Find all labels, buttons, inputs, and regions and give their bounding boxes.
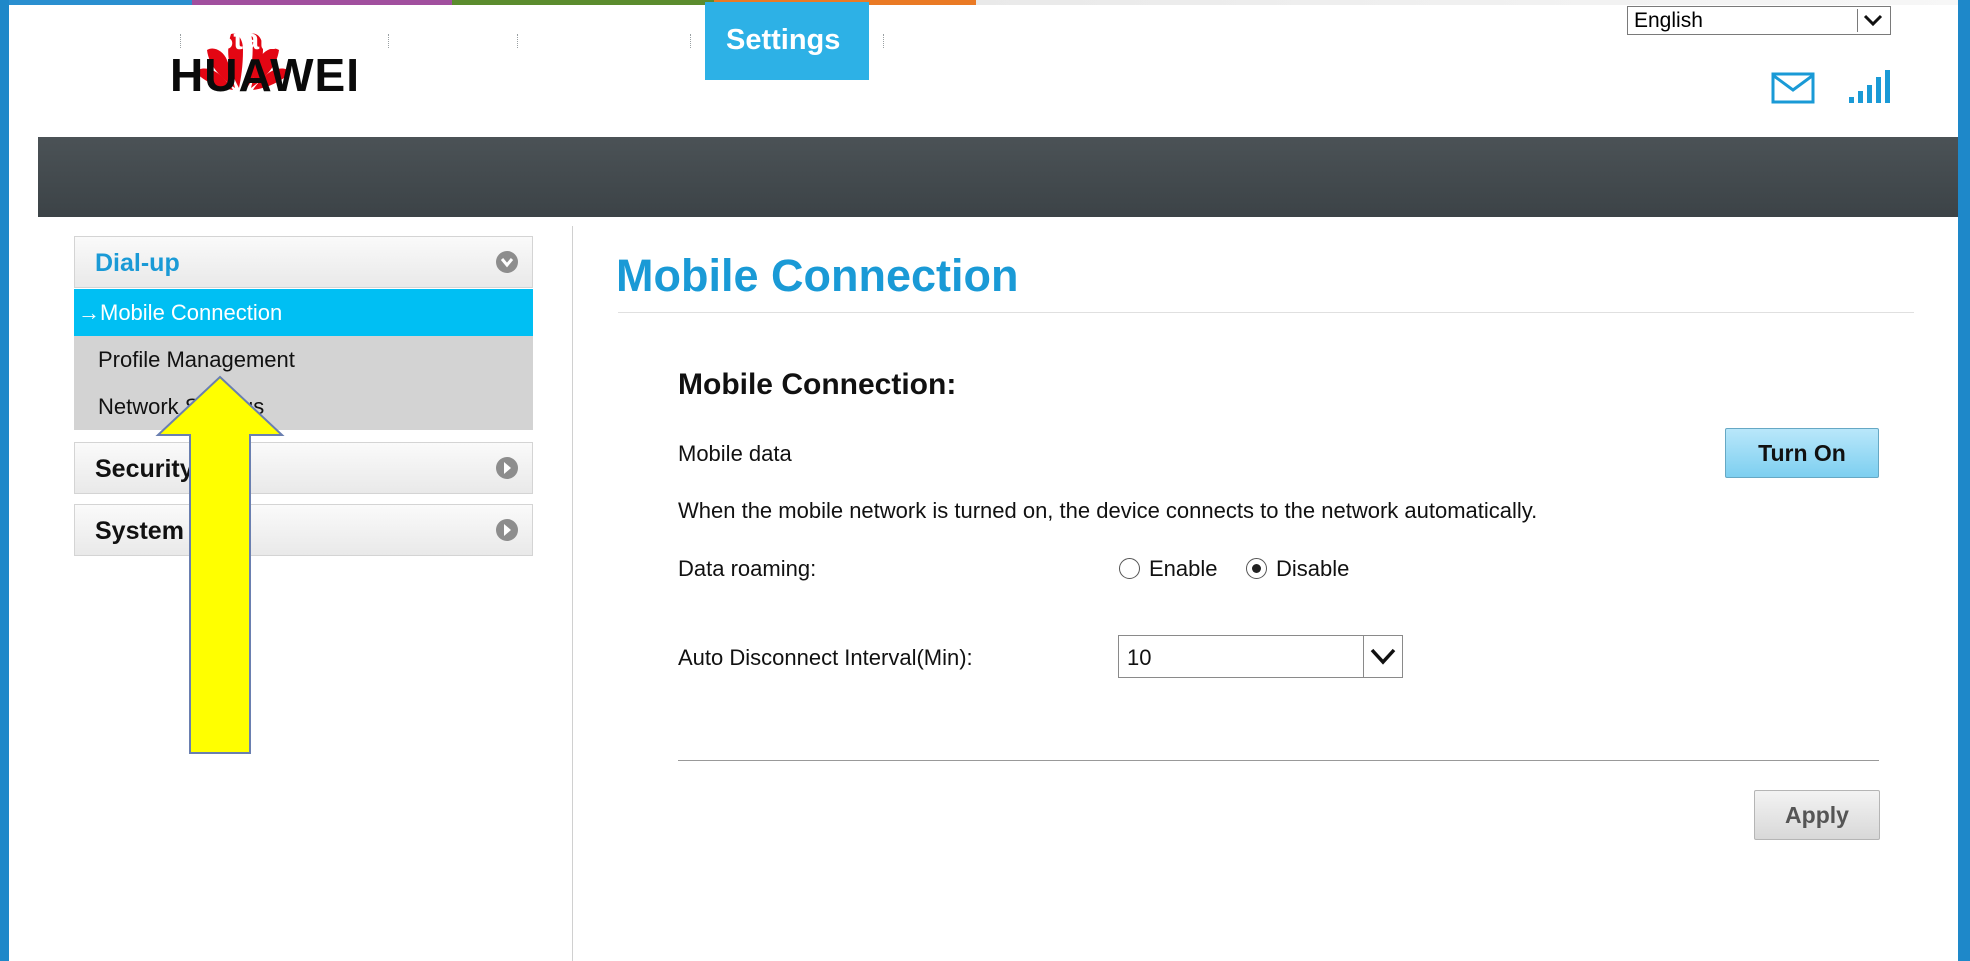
data-roaming-label: Data roaming: [678, 556, 817, 581]
nav-update[interactable]: Update [552, 0, 650, 80]
sidebar-item-label: Profile Management [98, 347, 295, 372]
nav-separator [883, 34, 886, 48]
sidebar-group-label: Dial-up [95, 249, 180, 277]
roaming-enable-label: Enable [1149, 556, 1218, 581]
annotation-arrow-up-icon [155, 375, 285, 754]
nav-settings[interactable]: Settings [726, 0, 840, 80]
chevron-right-circle-icon [496, 519, 518, 541]
mobile-data-label: Mobile data [678, 441, 792, 466]
sidebar-item-profile-management[interactable]: Profile Management [74, 336, 533, 383]
nav-statistics[interactable]: Statistics [214, 0, 343, 80]
chevron-down-circle-icon [496, 251, 518, 273]
language-select[interactable]: English [1627, 6, 1891, 35]
apply-button[interactable]: Apply [1754, 790, 1880, 840]
roaming-disable-label: Disable [1276, 556, 1350, 581]
mobile-data-description: When the mobile network is turned on, th… [678, 498, 1538, 523]
nav-separator [388, 34, 391, 48]
sidebar-group-system[interactable]: System [74, 504, 533, 556]
nav-separator [690, 34, 693, 48]
roaming-disable-radio[interactable] [1246, 558, 1267, 579]
nav-sms[interactable]: SMS [420, 0, 483, 80]
sidebar-item-network-settings[interactable]: Network Settings [74, 383, 533, 430]
nav-separator [517, 34, 520, 48]
chevron-down-icon [1363, 636, 1402, 677]
main-nav [38, 137, 1958, 217]
sidebar-item-label: Mobile Connection [100, 300, 283, 325]
roaming-enable-radio[interactable] [1119, 558, 1140, 579]
interval-label: Auto Disconnect Interval(Min): [678, 645, 973, 670]
chevron-right-circle-icon [496, 457, 518, 479]
section-title: Mobile Connection: [678, 368, 957, 401]
nav-home[interactable]: Home [60, 0, 141, 80]
left-edge-bar [0, 0, 9, 961]
mail-icon[interactable] [1771, 72, 1815, 104]
chevron-down-icon [1857, 9, 1888, 32]
content-divider [572, 226, 573, 961]
right-edge-bar [1958, 0, 1970, 961]
page-title: Mobile Connection [616, 250, 1019, 301]
signal-strength-icon [1849, 70, 1890, 103]
interval-value: 10 [1127, 645, 1152, 670]
interval-select[interactable]: 10 [1118, 635, 1403, 678]
sidebar-group-dialup[interactable]: Dial-up [74, 236, 533, 288]
sidebar-group-security[interactable]: Security [74, 442, 533, 494]
nav-separator [180, 34, 183, 48]
title-divider [618, 312, 1914, 313]
sidebar-item-mobile-connection[interactable]: →Mobile Connection [74, 289, 533, 336]
form-divider [678, 760, 1879, 761]
turn-on-button[interactable]: Turn On [1725, 428, 1879, 478]
arrow-right-icon: → [78, 300, 100, 325]
language-value: English [1634, 9, 1703, 32]
